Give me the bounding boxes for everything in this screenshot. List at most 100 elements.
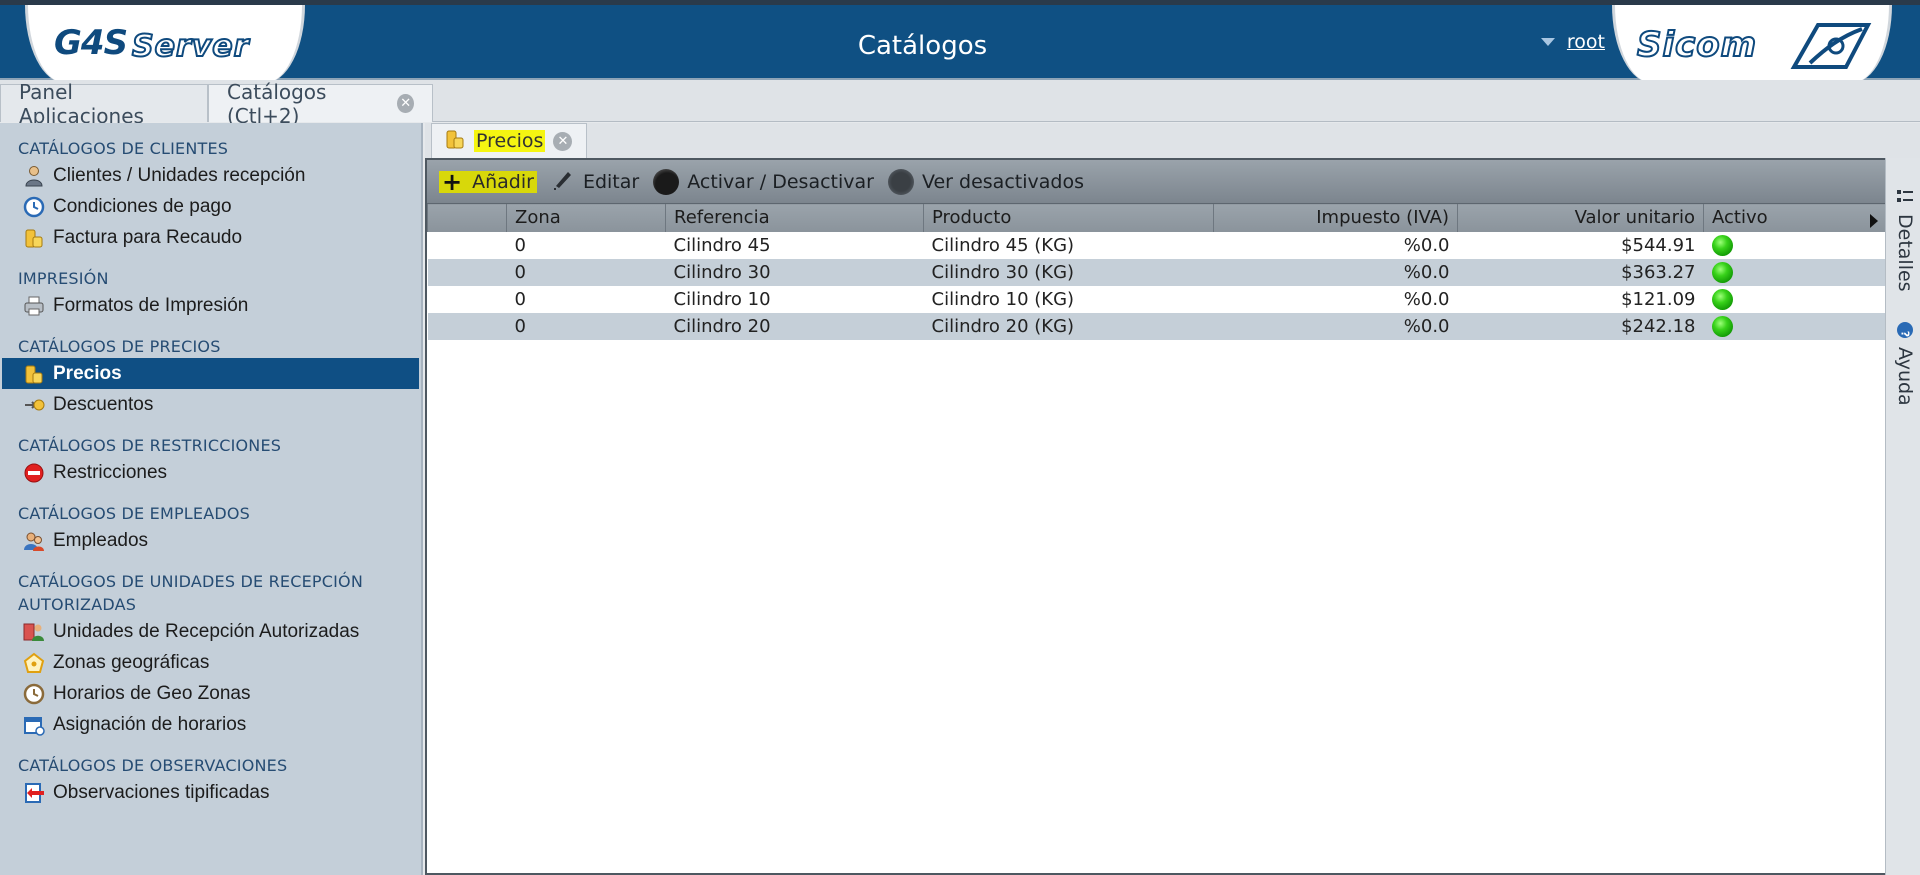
cell-valor-unitario: $544.91 xyxy=(1457,231,1704,259)
plus-icon: + xyxy=(442,167,463,196)
discount-icon xyxy=(22,393,46,417)
sidebar-item-restricciones[interactable]: Restricciones xyxy=(0,457,421,488)
active-status-icon xyxy=(1711,315,1733,337)
sidebar-item-factura-recaudo[interactable]: Factura para Recaudo xyxy=(0,222,421,253)
show-disabled-button[interactable]: Ver desactivados xyxy=(887,168,1084,195)
main-tab-bar: Panel Aplicaciones Catálogos (Ctl+2) ✕ xyxy=(0,80,1920,128)
person-icon xyxy=(22,164,46,188)
cell-zona: 0 xyxy=(506,285,666,313)
edit-button[interactable]: Editar xyxy=(551,167,639,196)
cell-impuesto: %0.0 xyxy=(1213,231,1458,259)
section-header-empleados: CATÁLOGOS DE EMPLEADOS xyxy=(18,504,251,523)
no-entry-icon xyxy=(22,461,46,485)
printer-icon xyxy=(22,294,46,318)
zone-icon xyxy=(22,651,46,675)
caret-down-icon[interactable] xyxy=(1540,38,1555,46)
app-header: G4S Server Catálogos root Sicom xyxy=(0,0,1920,83)
cell-referencia: Cilindro 10 xyxy=(665,285,924,313)
sidebar-item-observaciones-tipificadas[interactable]: Observaciones tipificadas xyxy=(0,777,421,808)
cell-zona: 0 xyxy=(506,312,666,340)
cell-referencia: Cilindro 20 xyxy=(665,312,924,340)
help-icon: ? xyxy=(1894,321,1916,339)
sidebar-item-label: Restricciones xyxy=(53,461,168,483)
sidebar-item-label: Factura para Recaudo xyxy=(53,226,243,248)
svg-text:?: ? xyxy=(1899,331,1912,337)
pencil-icon xyxy=(551,167,575,196)
column-header-valor-unitario[interactable]: Valor unitario xyxy=(1457,203,1704,232)
cell-valor-unitario: $121.09 xyxy=(1457,285,1704,313)
sidebar-item-label: Clientes / Unidades recepción xyxy=(53,164,306,186)
cell-valor-unitario: $242.18 xyxy=(1457,312,1704,340)
column-header-referencia[interactable]: Referencia xyxy=(665,203,924,232)
clock-icon xyxy=(22,682,46,706)
sidebar-item-label: Formatos de Impresión xyxy=(53,294,249,316)
cell-activo xyxy=(1703,312,1886,340)
user-menu[interactable]: root xyxy=(1540,31,1605,53)
sidebar-item-condiciones-pago[interactable]: Condiciones de pago xyxy=(0,191,421,222)
cell-referencia: Cilindro 45 xyxy=(665,231,924,259)
sidebar-item-precios[interactable]: Precios xyxy=(2,358,419,389)
coins-icon xyxy=(444,128,466,155)
active-status-icon xyxy=(1711,288,1733,310)
clock-icon xyxy=(22,195,46,219)
sidebar-item-horarios-geo-zonas[interactable]: Horarios de Geo Zonas xyxy=(0,678,421,709)
prices-table: Zona Referencia Producto Impuesto (IVA) … xyxy=(427,203,1886,340)
sidebar-item-label: Condiciones de pago xyxy=(53,195,232,217)
cell-valor-unitario: $363.27 xyxy=(1457,258,1704,286)
column-header-impuesto[interactable]: Impuesto (IVA) xyxy=(1213,203,1458,232)
note-arrow-icon xyxy=(22,781,46,805)
sicom-swoosh-icon xyxy=(1790,23,1872,69)
calendar-icon xyxy=(22,713,46,737)
tab-precios[interactable]: Precios ✕ xyxy=(431,123,588,158)
table-row[interactable]: 0 Cilindro 45 Cilindro 45 (KG) %0.0 $544… xyxy=(427,231,1886,259)
employees-icon xyxy=(22,529,46,553)
show-disabled-label: Ver desactivados xyxy=(921,170,1084,193)
sidebar-item-label: Asignación de horarios xyxy=(53,713,247,735)
table-header-row: Zona Referencia Producto Impuesto (IVA) … xyxy=(427,203,1886,232)
scroll-right-arrow-icon[interactable] xyxy=(1869,214,1878,228)
cell-impuesto: %0.0 xyxy=(1213,258,1458,286)
sidebar-item-zonas-geograficas[interactable]: Zonas geográficas xyxy=(0,647,421,678)
sidebar-item-asignacion-horarios[interactable]: Asignación de horarios xyxy=(0,709,421,740)
units-icon xyxy=(22,620,46,644)
section-header-precios: CATÁLOGOS DE PRECIOS xyxy=(18,337,221,356)
sidebar-item-unidades-recepcion[interactable]: Unidades de Recepción Autorizadas xyxy=(0,616,421,647)
column-header-activo[interactable]: Activo xyxy=(1703,203,1886,232)
cell-producto: Cilindro 10 (KG) xyxy=(923,285,1214,313)
sidebar-item-clientes[interactable]: Clientes / Unidades recepción xyxy=(0,160,421,191)
table-row[interactable]: 0 Cilindro 10 Cilindro 10 (KG) %0.0 $121… xyxy=(427,285,1886,313)
active-status-icon xyxy=(1711,261,1733,283)
help-label: Ayuda xyxy=(1894,347,1916,406)
coins-icon xyxy=(22,362,46,386)
tab-label: Precios xyxy=(474,130,546,152)
list-icon xyxy=(1894,188,1916,206)
sidebar-item-empleados[interactable]: Empleados xyxy=(0,525,421,556)
help-panel-toggle[interactable]: ? Ayuda xyxy=(1894,321,1916,406)
add-button[interactable]: + Añadir xyxy=(439,167,537,196)
tab-panel-aplicaciones[interactable]: Panel Aplicaciones xyxy=(0,80,208,128)
tab-catalogos[interactable]: Catálogos (Ctl+2) ✕ xyxy=(208,80,433,128)
details-panel-toggle[interactable]: Detalles xyxy=(1894,188,1916,292)
sidebar-item-label: Unidades de Recepción Autorizadas xyxy=(53,620,360,642)
cell-referencia: Cilindro 30 xyxy=(665,258,924,286)
sidebar-item-formatos-impresion[interactable]: Formatos de Impresión xyxy=(0,290,421,321)
close-icon[interactable]: ✕ xyxy=(553,131,573,151)
tab-label: Catálogos (Ctl+2) xyxy=(227,79,327,128)
sidebar-item-descuentos[interactable]: Descuentos xyxy=(0,389,421,420)
column-header-zona[interactable]: Zona xyxy=(506,203,666,232)
sidebar-item-label: Observaciones tipificadas xyxy=(53,781,270,803)
column-header-producto[interactable]: Producto xyxy=(923,203,1214,232)
close-icon[interactable]: ✕ xyxy=(397,94,414,113)
cell-zona: 0 xyxy=(506,231,666,259)
table-row[interactable]: 0 Cilindro 20 Cilindro 20 (KG) %0.0 $242… xyxy=(427,312,1886,340)
toggle-active-button[interactable]: Activar / Desactivar xyxy=(653,168,874,195)
sidebar-item-label: Zonas geográficas xyxy=(53,651,210,673)
cell-activo xyxy=(1703,258,1886,286)
add-label: Añadir xyxy=(472,170,534,193)
cell-producto: Cilindro 45 (KG) xyxy=(923,231,1214,259)
user-link[interactable]: root xyxy=(1567,31,1605,53)
toolbar: + Añadir Editar Activar / Desactivar Ver… xyxy=(427,160,1885,203)
column-header-selector[interactable] xyxy=(427,203,507,232)
table-row[interactable]: 0 Cilindro 30 Cilindro 30 (KG) %0.0 $363… xyxy=(427,258,1886,286)
section-header-impresion: IMPRESIÓN xyxy=(18,269,109,288)
